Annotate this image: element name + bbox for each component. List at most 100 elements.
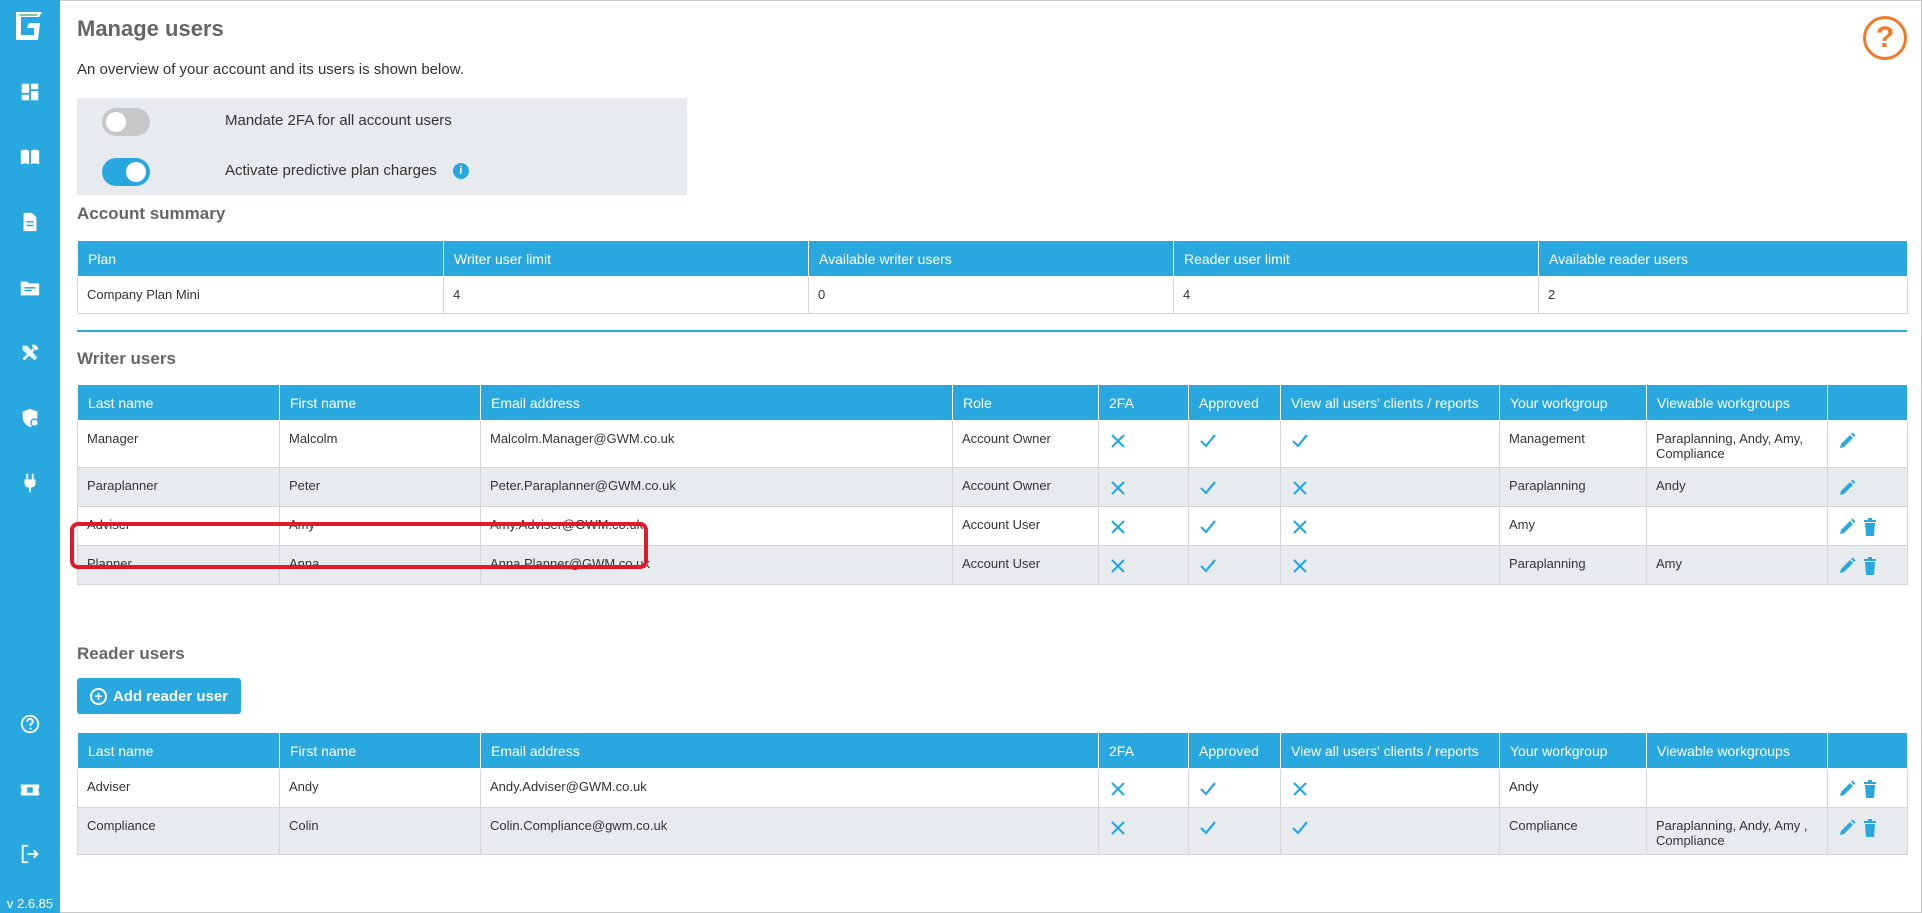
info-icon[interactable]: i <box>452 163 469 180</box>
main-content: Manage users An overview of your account… <box>70 0 1908 913</box>
account-summary-table: Plan Writer user limit Available writer us… <box>77 240 1908 314</box>
edit-icon[interactable] <box>1837 478 1857 498</box>
account-summary-title: Account summary <box>77 204 226 223</box>
predictive-charges-toggle[interactable] <box>102 158 150 186</box>
column-header-approved: Approved <box>1188 732 1281 769</box>
column-header-view-all-users-clients-reports: View all users' clients / reports <box>1280 732 1500 769</box>
check-icon <box>1198 556 1218 576</box>
table-row[interactable]: Planner Anna Anna.Planner@GWM.co.uk Account… <box>77 545 1908 585</box>
workgroup-cell: Paraplanning <box>1499 467 1647 507</box>
tools-icon[interactable] <box>18 341 42 365</box>
email-cell: Peter.Paraplanner@GWM.co.uk <box>480 467 953 507</box>
add-reader-user-label: Add reader user <box>112 687 229 705</box>
view-all-cell <box>1280 545 1500 585</box>
last-name-cell: Paraplanner <box>77 467 280 507</box>
column-header-2fa: 2FA <box>1098 732 1189 769</box>
folder-icon[interactable] <box>18 276 42 300</box>
column-header-plan: Plan <box>77 240 444 277</box>
approved-cell <box>1188 506 1281 546</box>
first-name-cell: Anna <box>279 545 481 585</box>
table-row[interactable]: Adviser Amy Amy.Adviser@GWM.co.uk Account U… <box>77 506 1908 546</box>
edit-icon[interactable] <box>1837 517 1857 537</box>
mandate-2fa-label: Mandate 2FA for all account users <box>225 112 452 129</box>
row-actions <box>1827 506 1908 546</box>
table-row[interactable]: Adviser Andy Andy.Adviser@GWM.co.uk Andy <box>77 768 1908 808</box>
help-icon[interactable] <box>18 712 42 736</box>
first-name-cell: Andy <box>279 768 481 808</box>
mandate-2fa-row: Mandate 2FA for all account users <box>102 107 452 137</box>
table-row: Company Plan Mini 4 0 4 2 <box>77 276 1908 314</box>
row-actions <box>1827 807 1908 855</box>
toggle-knob <box>106 112 126 132</box>
cross-icon <box>1108 779 1128 799</box>
predictive-charges-row: Activate predictive plan charges i <box>102 157 469 187</box>
document-icon[interactable] <box>18 210 42 234</box>
book-icon[interactable] <box>18 145 42 169</box>
email-cell: Amy.Adviser@GWM.co.uk <box>480 506 953 546</box>
mandate-2fa-toggle[interactable] <box>102 108 150 136</box>
account-settings-panel: Mandate 2FA for all account users Activa… <box>77 98 687 195</box>
summary-cell-available-writer-users: 0 <box>808 276 1174 314</box>
approved-cell <box>1188 467 1281 507</box>
edit-icon[interactable] <box>1837 779 1857 799</box>
delete-icon[interactable] <box>1860 556 1880 576</box>
edit-icon[interactable] <box>1837 818 1857 838</box>
reader-users-title: Reader users <box>77 644 185 663</box>
check-icon <box>1198 779 1218 799</box>
table-row[interactable]: Paraplanner Peter Peter.Paraplanner@GWM.co… <box>77 467 1908 507</box>
viewable-workgroups-cell: Paraplanning, Andy, Amy , Compliance <box>1646 807 1828 855</box>
role-cell: Account Owner <box>952 467 1099 507</box>
delete-icon[interactable] <box>1860 517 1880 537</box>
first-name-cell: Amy <box>279 506 481 546</box>
row-actions <box>1827 768 1908 808</box>
cross-icon <box>1108 517 1128 537</box>
reader-users-table: Last name First name Email address 2FA Appro… <box>77 732 1908 855</box>
delete-icon[interactable] <box>1860 818 1880 838</box>
approved-cell <box>1188 807 1281 855</box>
shield-icon[interactable] <box>18 406 42 430</box>
column-header-available-reader-users: Available reader users <box>1538 240 1908 277</box>
plug-icon[interactable] <box>18 471 42 495</box>
column-header-view-all-users-clients-reports: View all users' clients / reports <box>1280 384 1500 421</box>
view-all-cell <box>1280 420 1500 468</box>
column-header-actions <box>1827 732 1908 769</box>
table-header-row: Plan Writer user limit Available writer us… <box>77 240 1908 277</box>
add-reader-user-button[interactable]: + Add reader user <box>77 678 241 714</box>
column-header-viewable-workgroups: Viewable workgroups <box>1646 732 1828 769</box>
first-name-cell: Malcolm <box>279 420 481 468</box>
delete-icon[interactable] <box>1860 779 1880 799</box>
cross-icon <box>1290 779 1310 799</box>
role-cell: Account User <box>952 545 1099 585</box>
viewable-workgroups-cell <box>1646 506 1828 546</box>
column-header-your-workgroup: Your workgroup <box>1499 384 1647 421</box>
edit-icon[interactable] <box>1837 431 1857 451</box>
table-row[interactable]: Manager Malcolm Malcolm.Manager@GWM.co.uk A… <box>77 420 1908 468</box>
cross-icon <box>1290 556 1310 576</box>
workgroup-cell: Amy <box>1499 506 1647 546</box>
last-name-cell: Planner <box>77 545 280 585</box>
predictive-charges-label: Activate predictive plan charges <box>225 162 437 179</box>
sidebar: v 2.6.85 <box>0 0 60 913</box>
logout-icon[interactable] <box>18 842 42 866</box>
help-button[interactable]: ? <box>1863 16 1907 60</box>
last-name-cell: Adviser <box>77 768 280 808</box>
check-icon <box>1198 431 1218 451</box>
table-header-row: Last name First name Email address 2FA Appro… <box>77 732 1908 769</box>
view-all-cell <box>1280 467 1500 507</box>
cross-icon <box>1108 478 1128 498</box>
email-cell: Anna.Planner@GWM.co.uk <box>480 545 953 585</box>
writer-users-table: Last name First name Email address Role 2FA A… <box>77 384 1908 585</box>
toggle-knob <box>126 162 146 182</box>
last-name-cell: Adviser <box>77 506 280 546</box>
edit-icon[interactable] <box>1837 556 1857 576</box>
summary-cell-plan: Company Plan Mini <box>77 276 444 314</box>
ticket-icon[interactable] <box>18 778 42 802</box>
column-header-role: Role <box>952 384 1099 421</box>
viewable-workgroups-cell: Andy <box>1646 467 1828 507</box>
column-header-approved: Approved <box>1188 384 1281 421</box>
workgroup-cell: Management <box>1499 420 1647 468</box>
app-logo[interactable] <box>12 9 46 43</box>
table-row[interactable]: Compliance Colin Colin.Compliance@gwm.co.u… <box>77 807 1908 855</box>
last-name-cell: Manager <box>77 420 280 468</box>
dashboard-icon[interactable] <box>18 80 42 104</box>
